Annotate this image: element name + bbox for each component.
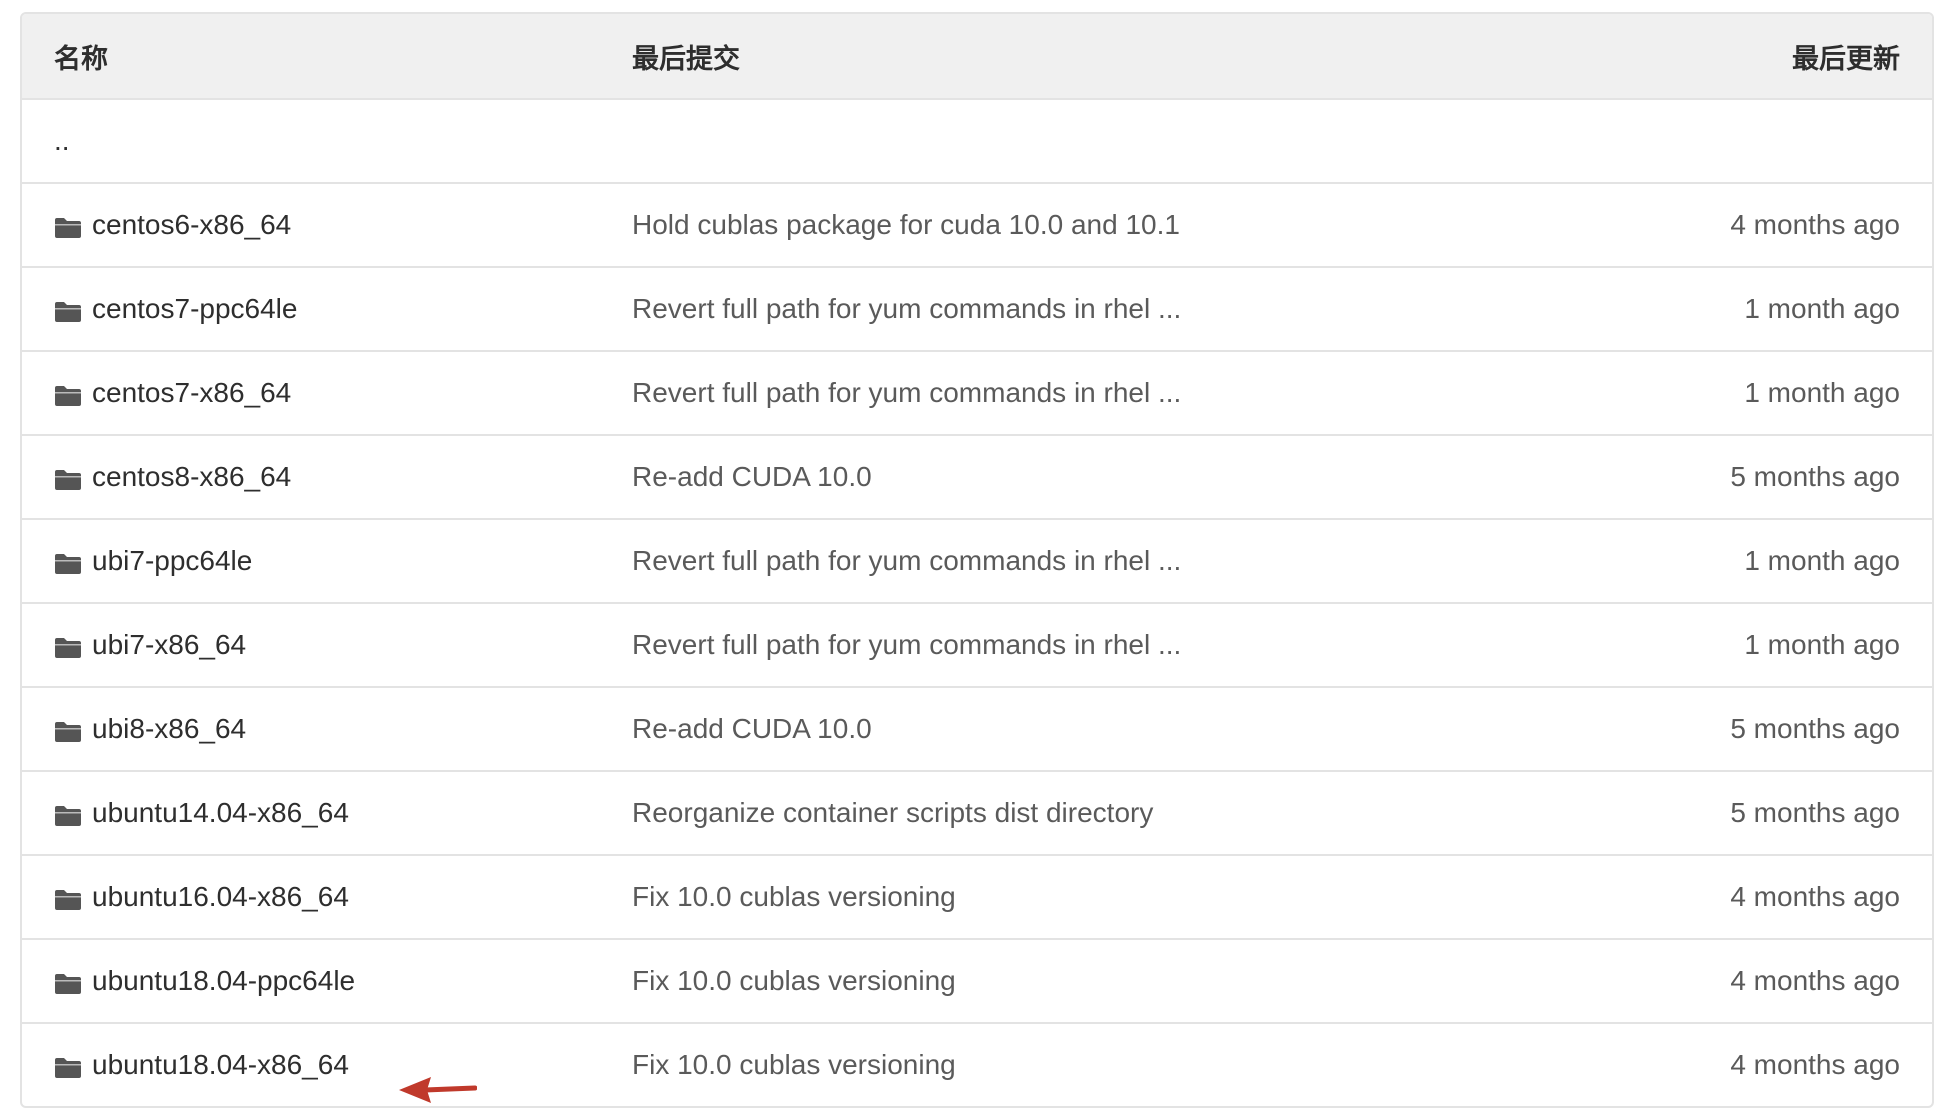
folder-name-link[interactable]: centos8-x86_64 [92, 461, 291, 493]
folder-icon [54, 634, 82, 658]
folder-name-link[interactable]: ubuntu16.04-x86_64 [92, 881, 349, 913]
commit-message-link[interactable]: Reorganize container scripts dist direct… [632, 797, 1153, 828]
table-row[interactable]: centos7-ppc64le Revert full path for yum … [22, 266, 1932, 350]
header-last-commit: 最后提交 [632, 43, 740, 74]
last-update-time: 1 month ago [1744, 629, 1900, 660]
table-header: 名称 最后提交 最后更新 [22, 14, 1932, 98]
commit-message-link[interactable]: Fix 10.0 cublas versioning [632, 965, 956, 996]
folder-name-link[interactable]: ubi7-ppc64le [92, 545, 252, 577]
folder-name-link[interactable]: centos6-x86_64 [92, 209, 291, 241]
last-update-time: 5 months ago [1730, 461, 1900, 492]
folder-icon [54, 886, 82, 910]
commit-message-link[interactable]: Fix 10.0 cublas versioning [632, 1049, 956, 1080]
folder-icon [54, 550, 82, 574]
folder-icon [54, 382, 82, 406]
folder-icon [54, 718, 82, 742]
folder-name-link[interactable]: ubuntu14.04-x86_64 [92, 797, 349, 829]
last-update-time: 4 months ago [1730, 209, 1900, 240]
table-row[interactable]: ubi7-ppc64le Revert full path for yum com… [22, 518, 1932, 602]
commit-message-link[interactable]: Fix 10.0 cublas versioning [632, 881, 956, 912]
last-update-time: 5 months ago [1730, 797, 1900, 828]
folder-icon [54, 298, 82, 322]
folder-name-link[interactable]: ubuntu18.04-ppc64le [92, 965, 355, 997]
table-row[interactable]: ubi8-x86_64 Re-add CUDA 10.0 5 months ago [22, 686, 1932, 770]
folder-icon [54, 970, 82, 994]
table-row[interactable]: ubuntu18.04-ppc64le Fix 10.0 cublas versi… [22, 938, 1932, 1022]
last-update-time: 4 months ago [1730, 965, 1900, 996]
header-name: 名称 [54, 43, 108, 74]
header-last-update: 最后更新 [1792, 43, 1900, 74]
last-update-time: 4 months ago [1730, 881, 1900, 912]
folder-icon [54, 214, 82, 238]
table-rows: centos6-x86_64 Hold cublas package for cu… [22, 182, 1932, 1106]
folder-name-link[interactable]: centos7-x86_64 [92, 377, 291, 409]
table-row[interactable]: centos6-x86_64 Hold cublas package for cu… [22, 182, 1932, 266]
last-update-time: 1 month ago [1744, 545, 1900, 576]
folder-name-link[interactable]: ubi7-x86_64 [92, 629, 246, 661]
red-arrow-icon [399, 1077, 477, 1103]
commit-message-link[interactable]: Re-add CUDA 10.0 [632, 713, 872, 744]
table-row[interactable]: ubuntu18.04-x86_64 Fix 10.0 cublas versio… [22, 1022, 1932, 1106]
table-row[interactable]: ubuntu14.04-x86_64 Reorganize container s… [22, 770, 1932, 854]
commit-message-link[interactable]: Revert full path for yum commands in rhe… [632, 629, 1181, 660]
file-tree-table: 名称 最后提交 最后更新 .. centos6-x86_64 Hold cubla… [20, 12, 1934, 1108]
commit-message-link[interactable]: Revert full path for yum commands in rhe… [632, 293, 1181, 324]
parent-directory-row[interactable]: .. [22, 98, 1932, 182]
folder-icon [54, 1054, 82, 1078]
last-update-time: 4 months ago [1730, 1049, 1900, 1080]
folder-name-link[interactable]: ubi8-x86_64 [92, 713, 246, 745]
commit-message-link[interactable]: Hold cublas package for cuda 10.0 and 10… [632, 209, 1180, 240]
parent-directory-link[interactable]: .. [54, 125, 70, 157]
folder-name-link[interactable]: ubuntu18.04-x86_64 [92, 1049, 349, 1081]
folder-name-link[interactable]: centos7-ppc64le [92, 293, 297, 325]
folder-icon [54, 466, 82, 490]
last-update-time: 1 month ago [1744, 377, 1900, 408]
last-update-time: 5 months ago [1730, 713, 1900, 744]
commit-message-link[interactable]: Revert full path for yum commands in rhe… [632, 377, 1181, 408]
table-row[interactable]: ubi7-x86_64 Revert full path for yum comm… [22, 602, 1932, 686]
table-row[interactable]: centos7-x86_64 Revert full path for yum c… [22, 350, 1932, 434]
commit-message-link[interactable]: Re-add CUDA 10.0 [632, 461, 872, 492]
last-update-time: 1 month ago [1744, 293, 1900, 324]
commit-message-link[interactable]: Revert full path for yum commands in rhe… [632, 545, 1181, 576]
table-row[interactable]: ubuntu16.04-x86_64 Fix 10.0 cublas versio… [22, 854, 1932, 938]
folder-icon [54, 802, 82, 826]
table-row[interactable]: centos8-x86_64 Re-add CUDA 10.0 5 months a… [22, 434, 1932, 518]
